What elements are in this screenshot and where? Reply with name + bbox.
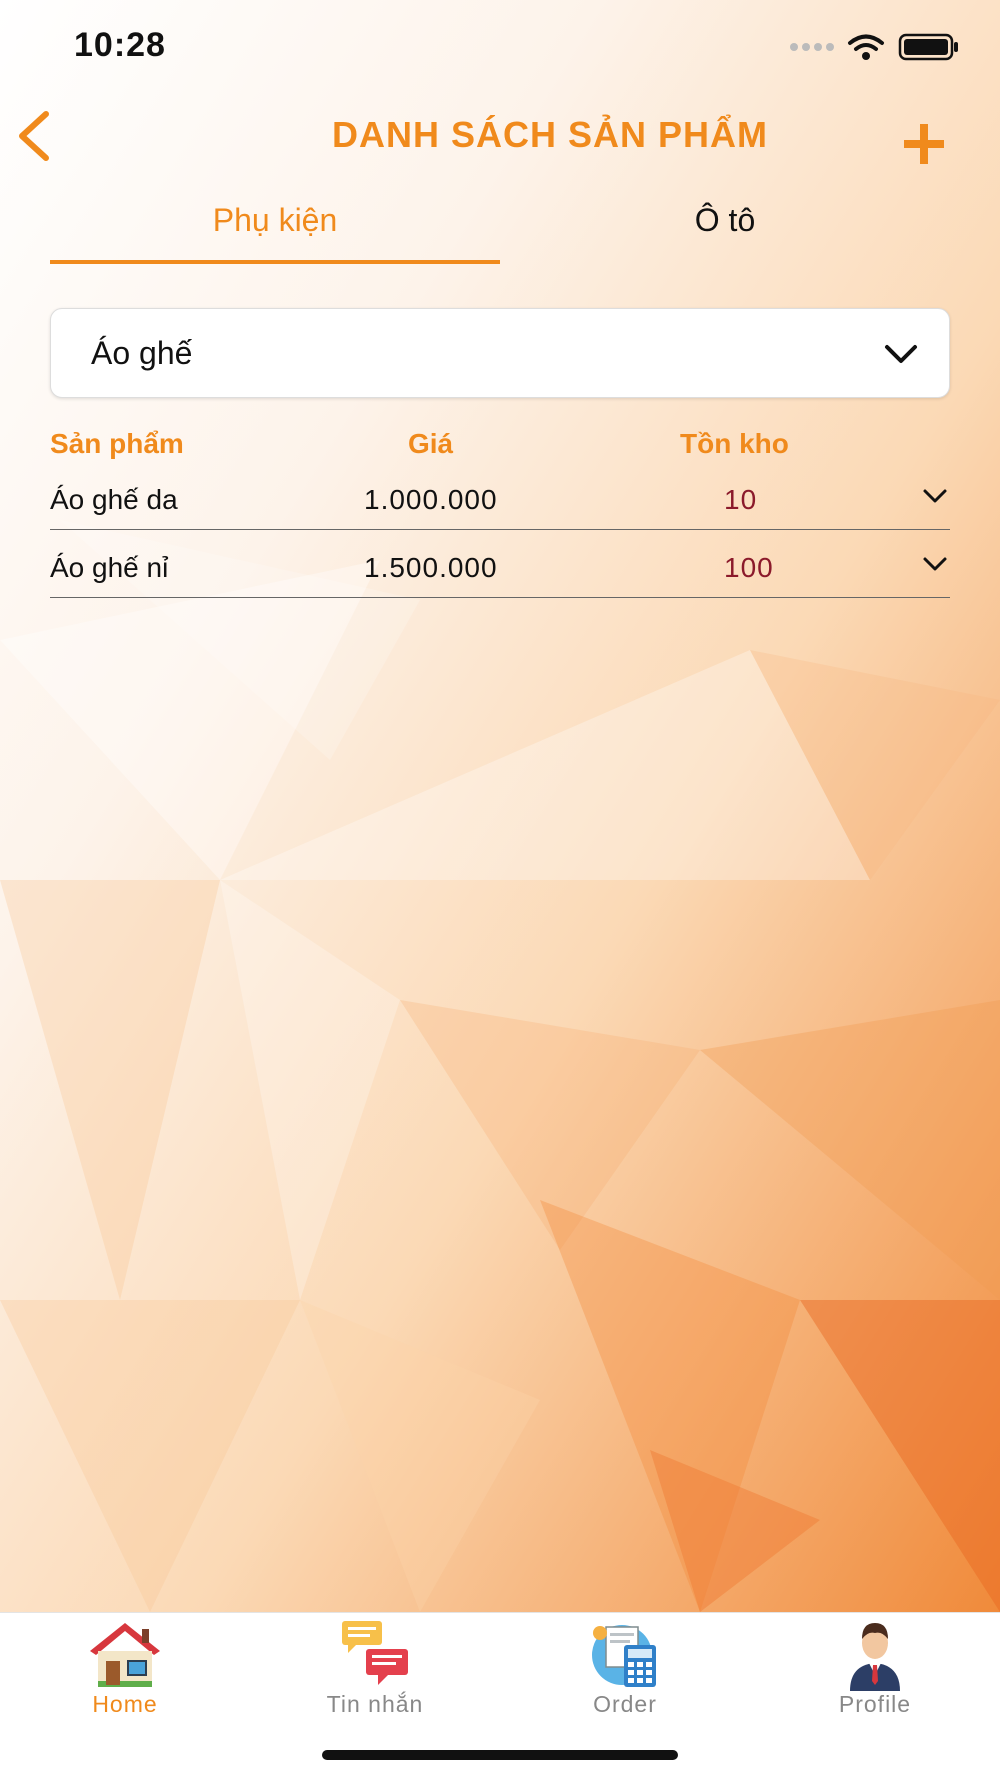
nav-item-profile[interactable]: Profile <box>750 1613 1000 1723</box>
table-row[interactable]: Áo ghế nỉ 1.500.000 100 <box>50 530 950 598</box>
nav-item-messages[interactable]: Tin nhắn <box>250 1613 500 1723</box>
product-price: 1.500.000 <box>364 552 498 583</box>
nav-label-profile: Profile <box>838 1691 912 1717</box>
add-product-button[interactable] <box>902 122 946 166</box>
app-screen: 10:28 DANH SÁCH SẢN PHẨM Phụ kiện Ô tô Á… <box>0 0 1000 1778</box>
page-title: DANH SÁCH SẢN PHẨM <box>331 114 768 155</box>
nav-label-messages: Tin nhắn <box>326 1691 424 1717</box>
category-dropdown[interactable]: Áo ghế <box>50 308 950 398</box>
chevron-down-icon <box>885 345 917 363</box>
tab-cars[interactable]: Ô tô <box>500 202 950 262</box>
nav-label-order: Order <box>593 1691 657 1717</box>
product-name: Áo ghế da <box>50 484 178 515</box>
category-dropdown-value: Áo ghế <box>91 335 193 371</box>
status-time: 10:28 <box>74 26 166 64</box>
chat-bubbles-icon <box>342 1621 408 1685</box>
product-price: 1.000.000 <box>364 484 498 515</box>
product-stock: 10 <box>724 484 758 515</box>
plus-icon <box>904 124 944 164</box>
chevron-left-icon <box>19 111 49 161</box>
table-row[interactable]: Áo ghế da 1.000.000 10 <box>50 462 950 530</box>
expand-row-chevron-icon[interactable] <box>922 486 948 506</box>
businessman-icon <box>850 1623 900 1691</box>
tab-accessories[interactable]: Phụ kiện <box>50 202 500 262</box>
back-button[interactable] <box>14 108 54 164</box>
column-header-price: Giá <box>408 428 454 459</box>
signal-icon <box>790 43 834 51</box>
product-stock: 100 <box>724 552 774 583</box>
calculator-icon <box>592 1625 656 1687</box>
house-icon <box>90 1623 160 1687</box>
home-indicator <box>322 1750 678 1760</box>
product-name: Áo ghế nỉ <box>50 552 169 583</box>
wifi-icon <box>848 34 884 60</box>
column-header-stock: Tồn kho <box>680 428 789 459</box>
column-header-product: Sản phẩm <box>50 428 184 459</box>
active-tab-indicator <box>50 260 500 264</box>
expand-row-chevron-icon[interactable] <box>922 554 948 574</box>
nav-item-order[interactable]: Order <box>500 1613 750 1723</box>
status-icons <box>790 32 960 62</box>
nav-item-home[interactable]: Home <box>0 1613 250 1723</box>
nav-label-home: Home <box>92 1691 158 1717</box>
battery-icon <box>898 33 958 61</box>
